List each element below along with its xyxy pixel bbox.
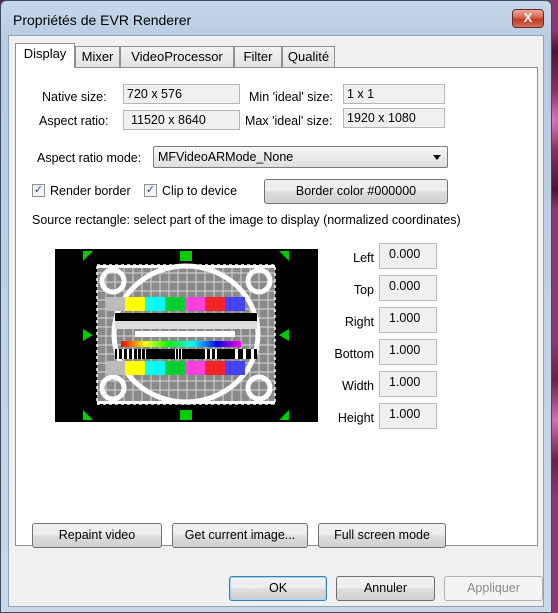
tab-label: Filter: [243, 49, 273, 64]
chevron-down-icon: [433, 155, 441, 160]
native-size-value: 720 x 576: [123, 84, 240, 104]
bottom-label: Bottom: [334, 347, 374, 361]
close-icon: X: [523, 10, 533, 25]
width-label: Width: [342, 379, 374, 393]
aspect-mode-value: MFVideoARMode_None: [158, 150, 294, 164]
ok-button[interactable]: OK: [229, 576, 327, 601]
height-value: 1.000: [379, 403, 437, 429]
close-button[interactable]: X: [512, 9, 544, 28]
left-value: 0.000: [379, 243, 437, 269]
full-screen-mode-button[interactable]: Full screen mode: [318, 523, 446, 548]
repaint-video-button[interactable]: Repaint video: [32, 523, 162, 548]
tab-qualite[interactable]: Qualité: [282, 46, 335, 67]
clip-to-device-label[interactable]: Clip to device: [162, 184, 237, 198]
tab-label: Display: [23, 46, 67, 61]
min-ideal-size-value: 1 x 1: [343, 84, 445, 104]
height-label: Height: [337, 411, 374, 425]
dialog-client-area: Display Mixer VideoProcessor Filter Qual…: [8, 35, 544, 607]
title-bar[interactable]: Propriétés de EVR Renderer X: [1, 1, 551, 35]
window-title: Propriétés de EVR Renderer: [13, 12, 192, 28]
native-size-label: Native size:: [42, 90, 107, 104]
clip-to-device-checkbox[interactable]: ✓: [144, 184, 157, 197]
test-pattern-image: [55, 249, 318, 422]
tab-mixer[interactable]: Mixer: [75, 46, 120, 67]
right-value: 1.000: [379, 307, 437, 333]
top-label: Top: [353, 283, 374, 297]
top-value: 0.000: [379, 275, 437, 301]
left-label: Left: [353, 251, 374, 265]
video-preview[interactable]: [55, 249, 318, 422]
border-color-button[interactable]: Border color #000000: [264, 179, 448, 204]
min-ideal-size-label: Min 'ideal' size:: [249, 90, 333, 104]
tab-label: Qualité: [287, 49, 330, 64]
cancel-button[interactable]: Annuler: [336, 576, 435, 601]
width-value: 1.000: [379, 371, 437, 397]
tab-label: Mixer: [81, 49, 114, 64]
aspect-ratio-value: 11520 x 8640: [123, 110, 240, 130]
tab-filter[interactable]: Filter: [234, 46, 282, 67]
apply-button[interactable]: Appliquer: [444, 576, 543, 601]
right-label: Right: [344, 315, 374, 329]
aspect-mode-select[interactable]: MFVideoARMode_None: [153, 146, 448, 168]
properties-dialog: Propriétés de EVR Renderer X Display Mix…: [0, 0, 552, 613]
render-border-checkbox[interactable]: ✓: [32, 184, 45, 197]
tab-display[interactable]: Display: [15, 43, 75, 68]
source-rect-caption: Source rectangle: select part of the ima…: [32, 213, 461, 227]
bottom-value: 1.000: [379, 339, 437, 365]
aspect-mode-label: Aspect ratio mode:: [37, 151, 142, 165]
tab-videoprocessor[interactable]: VideoProcessor: [120, 46, 234, 67]
get-current-image-button[interactable]: Get current image...: [172, 523, 308, 548]
render-border-label[interactable]: Render border: [50, 184, 131, 198]
aspect-ratio-label: Aspect ratio:: [39, 114, 109, 128]
tab-label: VideoProcessor: [131, 49, 223, 64]
max-ideal-size-label: Max 'ideal' size:: [245, 114, 333, 128]
max-ideal-size-value: 1920 x 1080: [343, 108, 445, 128]
